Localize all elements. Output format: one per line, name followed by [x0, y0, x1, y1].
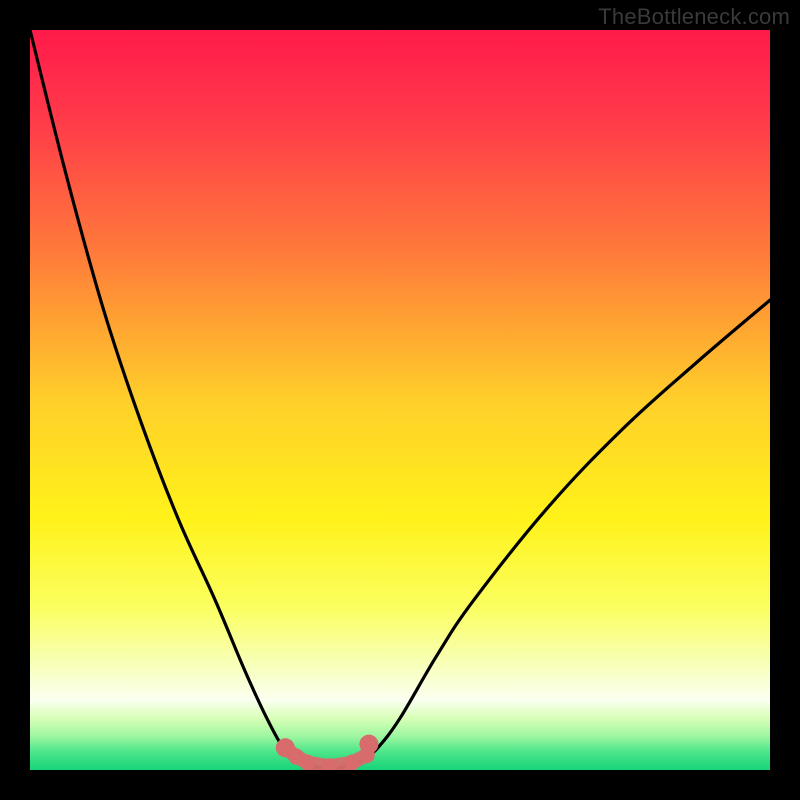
gradient-background [30, 30, 770, 770]
watermark-text: TheBottleneck.com [598, 4, 790, 30]
plot-area [30, 30, 770, 770]
chart-frame: TheBottleneck.com [0, 0, 800, 800]
marker-dot [300, 755, 316, 770]
marker-dot [359, 735, 378, 754]
chart-svg [30, 30, 770, 770]
marker-dot [344, 755, 360, 770]
